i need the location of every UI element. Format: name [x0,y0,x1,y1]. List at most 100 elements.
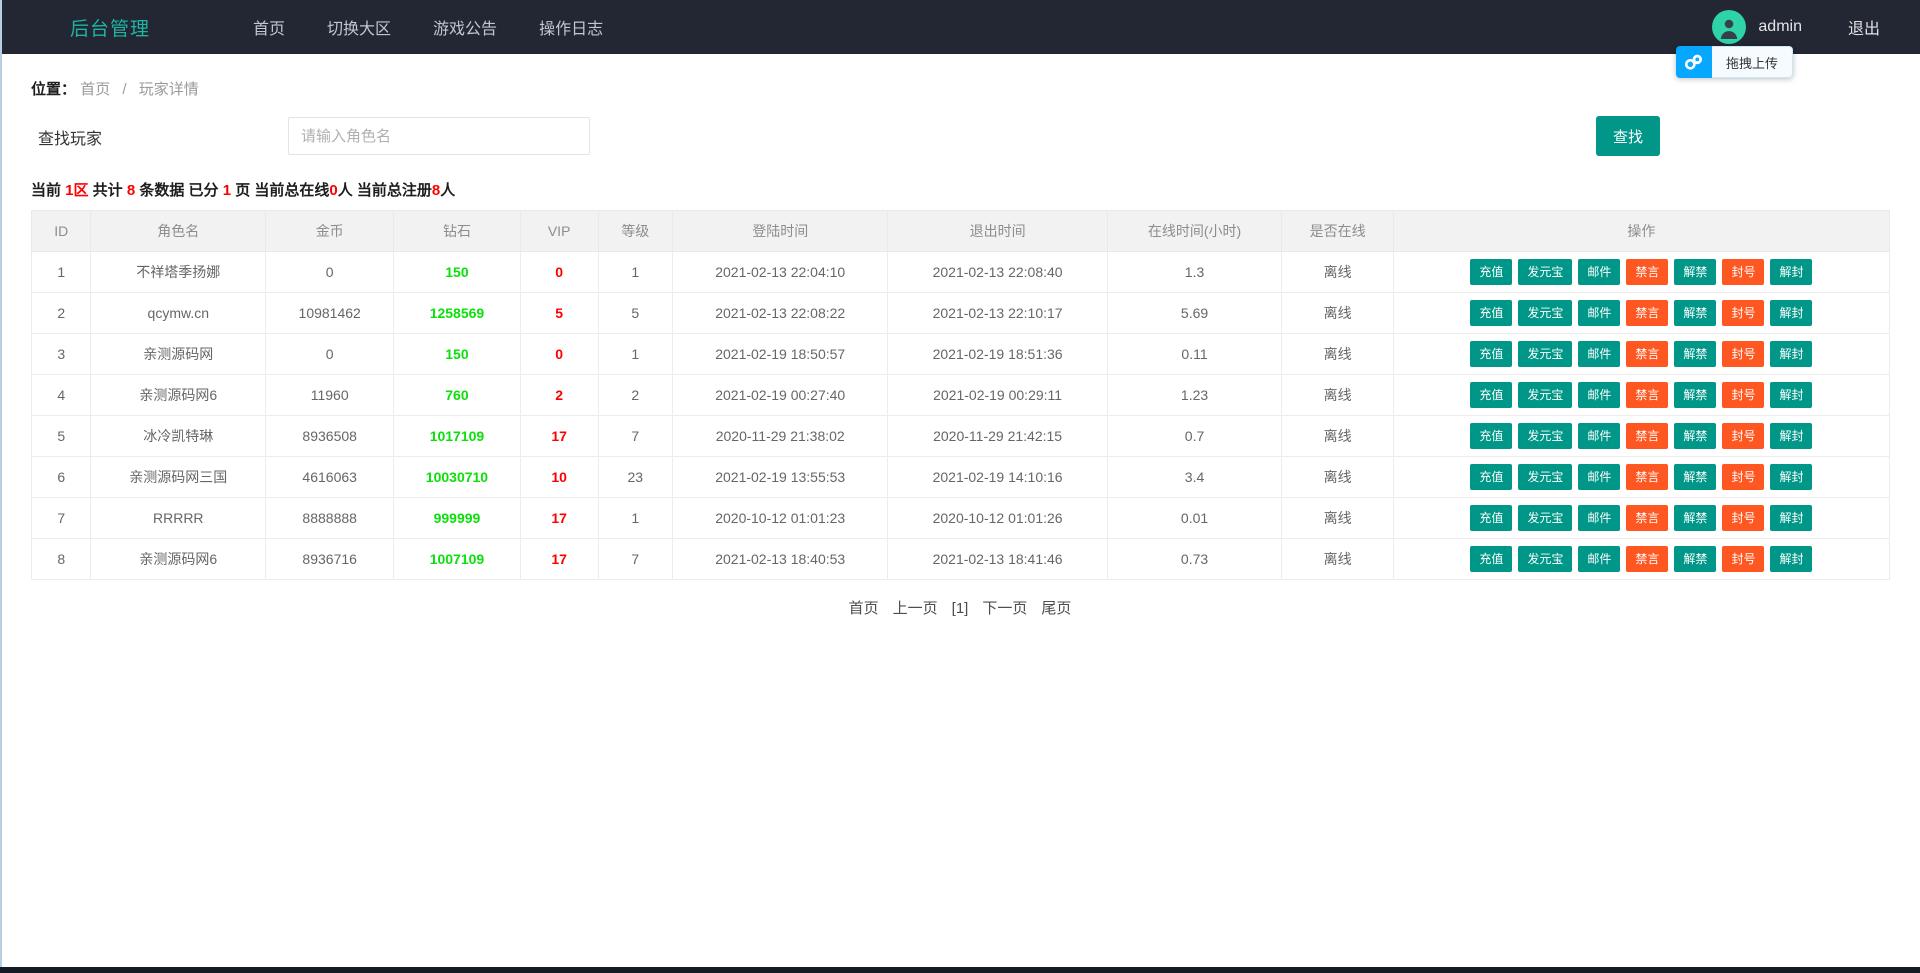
nav-item[interactable]: 操作日志 [518,0,624,54]
action-button-orange[interactable]: 禁言 [1626,300,1668,326]
action-button-teal[interactable]: 解禁 [1674,300,1716,326]
action-button-orange[interactable]: 封号 [1722,382,1764,408]
action-button-orange[interactable]: 封号 [1722,341,1764,367]
nav-item[interactable]: 切换大区 [306,0,412,54]
action-button-teal[interactable]: 邮件 [1578,300,1620,326]
page-link[interactable]: 首页 [849,600,879,617]
username[interactable]: admin [1758,18,1802,36]
action-button-orange[interactable]: 封号 [1722,259,1764,285]
action-button-orange[interactable]: 禁言 [1626,259,1668,285]
action-button-teal[interactable]: 邮件 [1578,423,1620,449]
column-header: 在线时间(小时) [1107,211,1282,252]
action-button-teal[interactable]: 发元宝 [1518,546,1572,572]
action-button-teal[interactable]: 充值 [1470,259,1512,285]
action-button-teal[interactable]: 充值 [1470,300,1512,326]
cell-diamond: 1017109 [394,416,520,457]
action-button-teal[interactable]: 解封 [1770,300,1812,326]
cell-level: 5 [598,293,672,334]
action-button-orange[interactable]: 禁言 [1626,505,1668,531]
action-button-teal[interactable]: 发元宝 [1518,382,1572,408]
action-button-teal[interactable]: 充值 [1470,341,1512,367]
action-button-teal[interactable]: 解禁 [1674,464,1716,490]
breadcrumb-home[interactable]: 首页 [80,81,110,98]
action-button-teal[interactable]: 解禁 [1674,505,1716,531]
action-button-teal[interactable]: 解封 [1770,259,1812,285]
action-button-teal[interactable]: 发元宝 [1518,341,1572,367]
nav-item[interactable]: 首页 [232,0,306,54]
action-button-orange[interactable]: 封号 [1722,423,1764,449]
action-button-teal[interactable]: 发元宝 [1518,423,1572,449]
cell-hours: 0.7 [1107,416,1282,457]
action-button-teal[interactable]: 解封 [1770,423,1812,449]
page-link[interactable]: 尾页 [1041,600,1071,617]
role-name-input[interactable] [288,117,590,155]
players-table: ID角色名金币钻石VIP等级登陆时间退出时间在线时间(小时)是否在线操作 1不祥… [31,210,1890,580]
action-button-orange[interactable]: 封号 [1722,546,1764,572]
action-button-teal[interactable]: 解禁 [1674,259,1716,285]
netdisk-upload-widget[interactable]: 拖拽上传 [1676,46,1793,78]
action-button-teal[interactable]: 邮件 [1578,464,1620,490]
action-button-orange[interactable]: 禁言 [1626,464,1668,490]
action-button-teal[interactable]: 解禁 [1674,341,1716,367]
action-button-teal[interactable]: 邮件 [1578,259,1620,285]
cell-gold: 8936508 [266,416,394,457]
action-button-orange[interactable]: 封号 [1722,505,1764,531]
action-button-teal[interactable]: 充值 [1470,423,1512,449]
action-button-teal[interactable]: 解禁 [1674,382,1716,408]
search-button[interactable]: 查找 [1596,116,1660,156]
nav-item[interactable]: 游戏公告 [412,0,518,54]
action-button-orange[interactable]: 禁言 [1626,382,1668,408]
action-button-teal[interactable]: 发元宝 [1518,259,1572,285]
table-row: 7RRRRR88888889999991712020-10-12 01:01:2… [32,498,1890,539]
action-button-teal[interactable]: 解封 [1770,505,1812,531]
cell-gold: 4616063 [266,457,394,498]
action-button-teal[interactable]: 解封 [1770,382,1812,408]
cell-vip: 17 [520,539,598,580]
page-link[interactable]: [1] [952,600,969,617]
action-button-orange[interactable]: 禁言 [1626,341,1668,367]
action-button-teal[interactable]: 邮件 [1578,546,1620,572]
action-button-teal[interactable]: 邮件 [1578,382,1620,408]
action-button-teal[interactable]: 发元宝 [1518,505,1572,531]
breadcrumb-prefix: 位置： [31,81,76,98]
action-button-teal[interactable]: 发元宝 [1518,464,1572,490]
table-row: 4亲测源码网611960760222021-02-19 00:27:402021… [32,375,1890,416]
cell-logout: 2020-10-12 01:01:26 [888,498,1107,539]
table-header-row: ID角色名金币钻石VIP等级登陆时间退出时间在线时间(小时)是否在线操作 [32,211,1890,252]
app-brand[interactable]: 后台管理 [70,14,150,41]
cell-gold: 0 [266,252,394,293]
cell-online: 离线 [1282,334,1393,375]
cell-login: 2021-02-13 18:40:53 [672,539,888,580]
cell-login: 2021-02-13 22:08:22 [672,293,888,334]
action-button-teal[interactable]: 解封 [1770,464,1812,490]
netdisk-tooltip-label: 拖拽上传 [1712,46,1793,78]
action-button-teal[interactable]: 充值 [1470,382,1512,408]
action-button-teal[interactable]: 充值 [1470,546,1512,572]
action-button-orange[interactable]: 禁言 [1626,546,1668,572]
action-button-teal[interactable]: 解禁 [1674,546,1716,572]
person-icon [1714,14,1744,44]
action-button-teal[interactable]: 充值 [1470,505,1512,531]
cell-hours: 1.23 [1107,375,1282,416]
action-button-orange[interactable]: 封号 [1722,464,1764,490]
action-button-orange[interactable]: 禁言 [1626,423,1668,449]
cell-online: 离线 [1282,539,1393,580]
page-link[interactable]: 上一页 [893,600,938,617]
action-button-teal[interactable]: 解封 [1770,546,1812,572]
action-button-teal[interactable]: 邮件 [1578,505,1620,531]
action-button-teal[interactable]: 解禁 [1674,423,1716,449]
taskbar-edge [0,967,1920,973]
cell-logout: 2021-02-19 18:51:36 [888,334,1107,375]
table-row: 5冰冷凯特琳893650810171091772020-11-29 21:38:… [32,416,1890,457]
action-button-teal[interactable]: 发元宝 [1518,300,1572,326]
summary-text: 共计 [89,182,127,199]
logout-link[interactable]: 退出 [1848,15,1880,39]
cell-login: 2020-11-29 21:38:02 [672,416,888,457]
action-button-teal[interactable]: 解封 [1770,341,1812,367]
action-button-teal[interactable]: 邮件 [1578,341,1620,367]
action-button-teal[interactable]: 充值 [1470,464,1512,490]
cell-diamond: 150 [394,334,520,375]
action-button-orange[interactable]: 封号 [1722,300,1764,326]
cell-login: 2020-10-12 01:01:23 [672,498,888,539]
page-link[interactable]: 下一页 [982,600,1027,617]
